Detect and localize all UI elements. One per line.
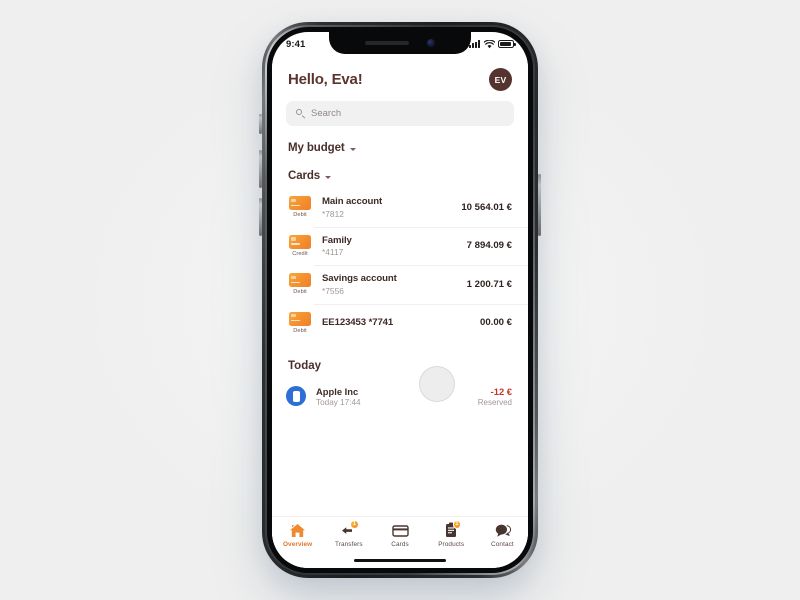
tab-label: Contact — [491, 541, 514, 548]
cards-section-title: Cards — [288, 170, 321, 182]
earpiece-speaker-icon — [365, 41, 409, 45]
volume-up-button[interactable] — [259, 150, 262, 188]
card-type-label: Debit — [293, 327, 307, 334]
tab-transfers[interactable]: 1 Transfers — [323, 520, 374, 548]
card-balance: 10 564.01 € — [461, 201, 512, 213]
tab-label: Overview — [282, 541, 313, 548]
transfer-icon: 1 — [340, 520, 359, 538]
greeting-row: Hello, Eva! EV — [272, 56, 528, 101]
card-balance: 7 894.09 € — [466, 240, 512, 252]
apple-store-icon — [286, 386, 306, 407]
transaction-row[interactable]: Apple Inc Today 17:44 -12 € Reserved — [272, 376, 528, 416]
bank-card-icon — [289, 273, 311, 288]
chat-icon — [493, 522, 511, 538]
tab-cards[interactable]: Cards — [374, 522, 425, 548]
bank-card-icon — [289, 196, 311, 211]
card-details: EE123453 *7741 — [314, 317, 480, 328]
card-balance: 00.00 € — [479, 317, 512, 328]
tab-contact[interactable]: Contact — [477, 522, 528, 548]
card-type-label: Debit — [293, 289, 307, 296]
page-title: Hello, Eva! — [288, 71, 363, 88]
card-name: Main account — [322, 196, 383, 207]
tab-label: Products — [438, 541, 465, 548]
status-bar-indicators — [469, 39, 516, 49]
search-placeholder: Search — [311, 108, 342, 119]
phone-bezel: 9:41 Hello, Eva! EV Search My budget Car… — [267, 27, 533, 573]
app-container: Hello, Eva! EV Search My budget Cards De… — [272, 56, 528, 568]
tab-overview[interactable]: Overview — [272, 522, 323, 548]
device-notch — [329, 32, 471, 54]
card-icon-wrapper: Credit — [286, 234, 314, 257]
badge-count: 1 — [350, 520, 359, 529]
card-icon — [391, 522, 409, 538]
wifi-icon — [483, 39, 495, 48]
phone-screen: 9:41 Hello, Eva! EV Search My budget Car… — [272, 32, 528, 568]
front-camera-icon — [427, 39, 435, 47]
chevron-down-icon[interactable] — [325, 175, 332, 179]
card-row[interactable]: Credit Family *4117 7 894.09 € — [272, 226, 528, 266]
avatar[interactable]: EV — [489, 68, 512, 91]
silent-switch[interactable] — [259, 114, 262, 134]
card-type-label: Debit — [293, 212, 307, 219]
cards-list: Debit Main account *7812 10 564.01 € Cre… — [272, 188, 528, 342]
main-scroll-area[interactable]: Hello, Eva! EV Search My budget Cards De… — [272, 56, 528, 516]
today-section-title: Today — [288, 359, 322, 372]
transaction-merchant: Apple Inc — [316, 385, 359, 397]
battery-icon — [498, 40, 516, 48]
tab-label: Transfers — [334, 541, 363, 548]
bank-card-icon — [289, 311, 311, 326]
badge-count: 1 — [452, 520, 462, 529]
clipboard-icon: 1 — [442, 520, 462, 538]
card-icon-wrapper: Debit — [286, 196, 314, 218]
card-row[interactable]: Debit Main account *7812 10 564.01 € — [272, 188, 528, 227]
transaction-amount-block: -12 € Reserved — [478, 386, 512, 408]
budget-section-title: My budget — [288, 142, 345, 154]
card-details: Family *4117 — [314, 235, 467, 258]
home-indicator[interactable] — [354, 558, 446, 562]
phone-inner-ring: 9:41 Hello, Eva! EV Search My budget Car… — [265, 25, 535, 575]
tab-label: Cards — [391, 541, 409, 548]
card-balance: 1 200.71 € — [466, 278, 512, 290]
card-row[interactable]: Debit EE123453 *7741 00.00 € — [272, 303, 528, 342]
card-name: Savings account — [322, 273, 397, 284]
today-section-header: Today — [272, 342, 528, 372]
tab-products[interactable]: 1 Products — [426, 520, 477, 548]
search-wrapper: Search — [272, 101, 528, 126]
search-input[interactable]: Search — [286, 101, 514, 126]
card-icon-wrapper: Debit — [286, 273, 314, 295]
card-type-label: Credit — [292, 250, 308, 257]
volume-down-button[interactable] — [259, 198, 262, 236]
card-row[interactable]: Debit Savings account *7556 1 200.71 € — [272, 265, 528, 304]
budget-section-header[interactable]: My budget — [272, 126, 528, 154]
card-name: Family — [322, 234, 352, 246]
transaction-time: Today 17:44 — [316, 398, 361, 407]
power-button[interactable] — [538, 174, 541, 236]
bank-card-icon — [289, 234, 311, 249]
home-icon — [289, 522, 307, 538]
card-number: *7556 — [322, 285, 344, 296]
card-name: EE123453 *7741 — [322, 317, 394, 328]
card-details: Main account *7812 — [314, 196, 461, 219]
status-bar-time: 9:41 — [286, 38, 306, 50]
card-number: *7812 — [322, 208, 344, 219]
card-number: *4117 — [322, 247, 344, 257]
transaction-details: Apple Inc Today 17:44 — [306, 386, 478, 408]
search-icon — [296, 109, 305, 118]
status-badge: Reserved — [477, 398, 512, 407]
chevron-down-icon[interactable] — [349, 147, 356, 151]
transaction-amount: -12 € — [490, 385, 512, 397]
cards-section-header[interactable]: Cards — [272, 154, 528, 182]
card-icon-wrapper: Debit — [286, 311, 314, 334]
card-details: Savings account *7556 — [314, 273, 467, 296]
phone-device-frame: 9:41 Hello, Eva! EV Search My budget Car… — [259, 22, 541, 578]
